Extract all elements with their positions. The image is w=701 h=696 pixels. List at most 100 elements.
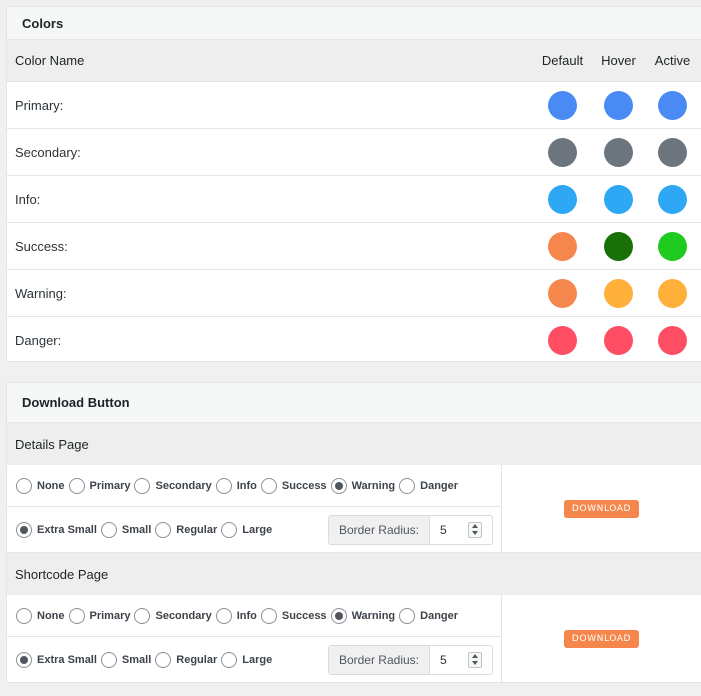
color-row: Primary: [7, 82, 701, 129]
radio-circle[interactable] [68, 477, 85, 494]
radio-circle[interactable] [215, 607, 232, 624]
color-swatch-active[interactable] [658, 326, 687, 355]
color-swatch-hover[interactable] [604, 184, 633, 214]
radio-label: Secondary [155, 609, 212, 622]
color-swatch-default[interactable] [548, 326, 577, 355]
spinner-up-icon[interactable] [472, 524, 478, 528]
radio-circle[interactable] [134, 607, 151, 624]
style-radio-primary[interactable]: Primary [68, 607, 130, 624]
color-swatch-active[interactable] [658, 184, 687, 214]
number-spinner[interactable] [468, 651, 482, 668]
size-radio-large[interactable]: Large [221, 521, 273, 538]
color-swatch-hover[interactable] [604, 278, 633, 308]
size-radio-small[interactable]: Small [100, 651, 151, 668]
options-area: None Primary Secondary Info Success Warning Da… [7, 595, 502, 683]
border-radius-value: 5 [440, 522, 447, 537]
download-button-preview[interactable]: DOWNLOAD [563, 630, 640, 648]
color-row-label: Primary: [15, 97, 64, 113]
radio-circle[interactable] [16, 521, 32, 538]
radio-circle[interactable] [16, 477, 32, 494]
radio-circle[interactable] [155, 521, 172, 538]
style-radio-danger[interactable]: Danger [399, 607, 458, 624]
color-swatch-hover[interactable] [604, 326, 633, 355]
radio-label: Success [281, 479, 327, 492]
radio-circle[interactable] [100, 521, 117, 538]
button-preview: DOWNLOAD [502, 595, 701, 683]
section-title: Shortcode Page [7, 553, 701, 595]
size-radio-small[interactable]: Small [100, 521, 151, 538]
style-radio-none[interactable]: None [16, 607, 65, 624]
color-swatch-default[interactable] [548, 184, 577, 214]
radio-circle[interactable] [260, 607, 277, 624]
style-radio-secondary[interactable]: Secondary [134, 607, 212, 624]
size-radio-extra-small[interactable]: Extra Small [16, 651, 97, 668]
size-radio-regular[interactable]: Regular [155, 651, 217, 668]
radio-circle[interactable] [221, 521, 238, 538]
style-radio-danger[interactable]: Danger [399, 477, 458, 494]
border-radius-input[interactable]: 5 [430, 646, 492, 674]
radio-circle[interactable] [155, 651, 172, 668]
color-swatch-active[interactable] [658, 90, 687, 120]
radio-circle[interactable] [134, 477, 151, 494]
color-swatch-default[interactable] [548, 137, 577, 167]
style-radio-warning[interactable]: Warning [330, 477, 395, 494]
size-radio-extra-small[interactable]: Extra Small [16, 521, 97, 538]
radio-circle[interactable] [221, 651, 238, 668]
color-swatch-hover[interactable] [604, 137, 633, 167]
radio-circle[interactable] [215, 477, 232, 494]
radio-circle[interactable] [330, 607, 347, 624]
radio-label: Large [242, 523, 273, 536]
radio-circle[interactable] [330, 477, 347, 494]
color-row: Info: [7, 176, 701, 223]
radio-label: Info [236, 609, 257, 622]
color-swatch-hover[interactable] [604, 90, 633, 120]
radio-circle[interactable] [399, 607, 416, 624]
color-swatch-default[interactable] [548, 90, 577, 120]
download-button-preview[interactable]: DOWNLOAD [563, 499, 640, 518]
color-row-label: Info: [15, 191, 41, 207]
style-radio-success[interactable]: Success [260, 477, 327, 494]
radio-circle[interactable] [16, 607, 32, 624]
border-radius-input[interactable]: 5 [430, 516, 492, 544]
spinner-up-icon[interactable] [472, 654, 478, 658]
number-spinner[interactable] [468, 521, 482, 538]
color-row-label: Secondary: [15, 144, 81, 160]
color-swatch-active[interactable] [658, 137, 687, 167]
color-cell-hover [591, 90, 646, 120]
color-cell-active [646, 137, 699, 167]
color-cell-hover [591, 137, 646, 167]
colors-title: Colors [7, 7, 701, 40]
size-radio-regular[interactable]: Regular [155, 521, 217, 538]
color-cell-active [646, 184, 699, 214]
color-swatch-active[interactable] [658, 231, 687, 261]
style-radio-none[interactable]: None [16, 477, 65, 494]
spinner-down-icon[interactable] [472, 661, 478, 665]
color-swatch-active[interactable] [658, 278, 687, 308]
radio-label: Large [242, 653, 273, 666]
color-swatch-hover[interactable] [604, 231, 633, 261]
spinner-down-icon[interactable] [472, 531, 478, 535]
header-default: Default [541, 53, 584, 68]
style-radio-secondary[interactable]: Secondary [134, 477, 212, 494]
style-radio-success[interactable]: Success [260, 607, 327, 624]
style-radio-info[interactable]: Info [215, 477, 257, 494]
radio-label: Extra Small [37, 523, 97, 536]
style-radio-info[interactable]: Info [215, 607, 257, 624]
color-cell-hover [591, 231, 646, 261]
radio-circle[interactable] [100, 651, 117, 668]
radio-circle[interactable] [16, 651, 32, 668]
color-row: Success: [7, 223, 701, 270]
radio-label: Primary [89, 479, 131, 492]
radio-circle[interactable] [399, 477, 416, 494]
color-row-label: Warning: [15, 285, 67, 301]
border-radius-field: Border Radius: 5 [327, 514, 493, 545]
radio-circle[interactable] [68, 607, 85, 624]
radio-circle[interactable] [260, 477, 277, 494]
style-radio-primary[interactable]: Primary [68, 477, 131, 494]
colors-panel: Colors Color Name Default Hover Active P… [6, 6, 701, 362]
size-radio-large[interactable]: Large [221, 651, 273, 668]
color-swatch-default[interactable] [548, 278, 577, 308]
style-radio-warning[interactable]: Warning [330, 607, 395, 624]
color-swatch-default[interactable] [548, 231, 577, 261]
style-radio-group: None Primary Secondary Info Success Warning Da… [7, 595, 501, 637]
